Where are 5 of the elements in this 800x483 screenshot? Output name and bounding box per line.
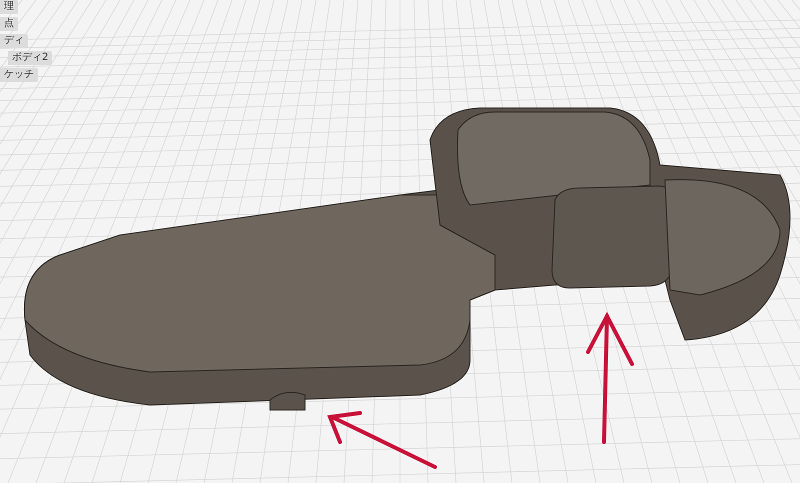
browser-tree-item[interactable]: 理 [0, 0, 18, 14]
browser-tree-item[interactable]: 点 [0, 17, 18, 31]
browser-tree-item[interactable]: ボディ2 [8, 51, 52, 65]
browser-tree-item[interactable]: ケッチ [0, 68, 38, 82]
browser-tree-item[interactable]: ディ [0, 34, 28, 48]
